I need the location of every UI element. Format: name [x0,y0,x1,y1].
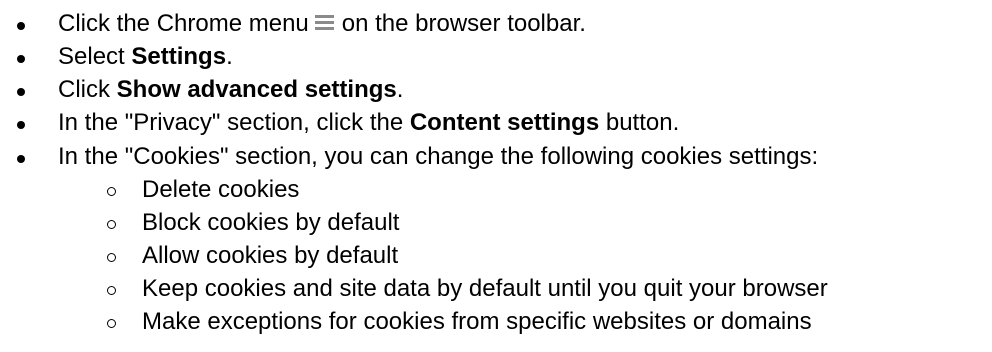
step-text: In the "Cookies" section, you can change… [58,143,819,170]
cookie-option-text: Delete cookies [142,176,300,203]
bullet-icon [17,88,25,96]
circle-bullet-icon [107,286,116,295]
circle-bullet-icon [107,187,116,196]
hamburger-menu-icon [314,15,334,32]
step-text: . [226,43,233,70]
bullet-icon [17,22,25,30]
step-text: In the "Privacy" section, click the [58,109,410,136]
step-text: button. [599,109,680,136]
step-text: . [396,76,404,103]
show-advanced-settings-label: Show advanced settings [116,76,397,103]
step-text: Select [58,43,132,70]
bullet-icon [17,121,25,129]
step-text: Click the Chrome menu [58,10,309,37]
circle-bullet-icon [107,319,116,328]
bullet-icon [17,155,25,163]
instructions-document: Click the Chrome menu on the browser tool… [0,0,992,352]
circle-bullet-icon [107,253,116,262]
circle-bullet-icon [107,220,116,229]
cookie-option-text: Allow cookies by default [142,242,399,269]
settings-label: Settings [131,43,227,70]
step-text: Click [58,76,117,103]
cookie-option-text: Block cookies by default [142,209,400,236]
cookie-option-text: Make exceptions for cookies from specifi… [142,308,812,335]
content-settings-label: Content settings [409,109,600,136]
step-text: on the browser toolbar. [341,10,586,37]
bullet-icon [17,55,25,63]
cookie-option-text: Keep cookies and site data by default un… [142,275,828,302]
